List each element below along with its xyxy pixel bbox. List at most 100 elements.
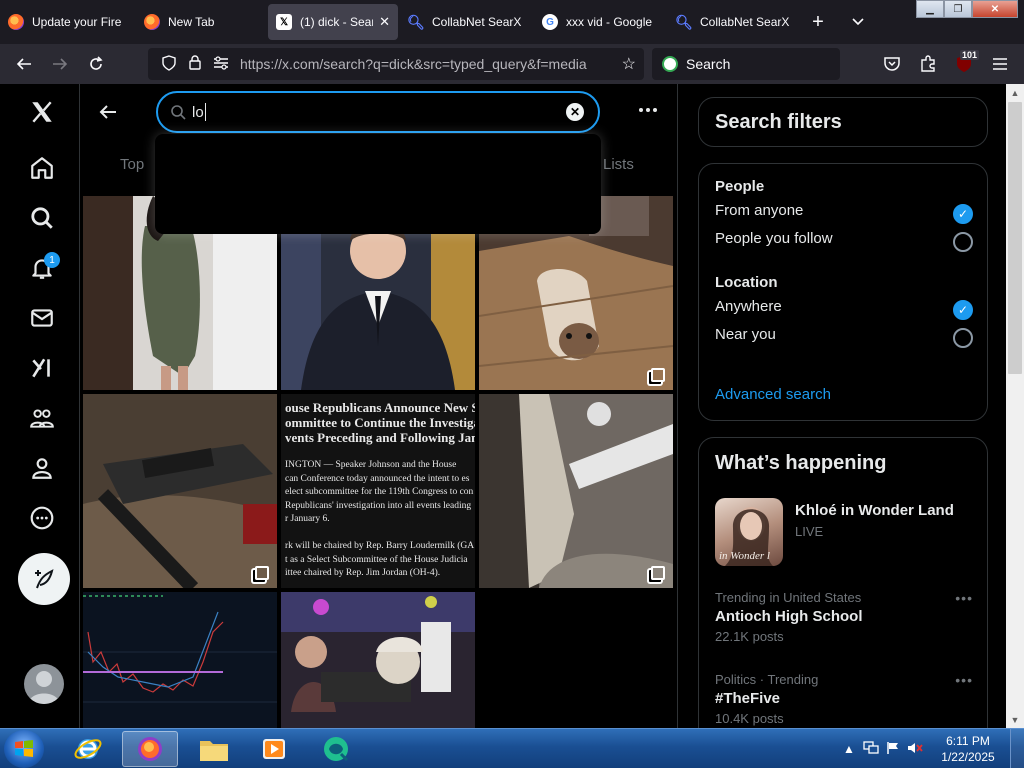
forward-button[interactable] [42, 48, 78, 80]
lock-icon[interactable] [182, 55, 208, 73]
taskbar-file-explorer[interactable] [186, 731, 242, 767]
close-tab-icon[interactable]: ✕ [379, 14, 390, 30]
taskbar-internet-explorer[interactable] [60, 731, 116, 767]
profile-icon[interactable] [20, 446, 64, 490]
x-logo-icon[interactable] [20, 90, 64, 134]
pocket-button[interactable] [874, 48, 910, 80]
network-icon[interactable] [860, 740, 882, 758]
search-filters-header: Search filters [698, 97, 988, 147]
taskbar-firefox[interactable] [122, 731, 178, 767]
trend-more-icon[interactable]: ••• [955, 590, 973, 606]
radio-checked-icon[interactable]: ✓ [953, 204, 973, 224]
toolbar-right: 101 [874, 48, 1018, 80]
shield-icon[interactable] [156, 54, 182, 74]
browser-tab[interactable]: 🔍︎ CollabNet SearX [668, 4, 800, 40]
messages-envelope-icon[interactable] [20, 296, 64, 340]
communities-icon[interactable] [20, 396, 64, 440]
multiple-media-icon [651, 566, 665, 580]
filter-option[interactable]: Near you [715, 326, 973, 350]
radio-checked-icon[interactable]: ✓ [953, 300, 973, 320]
taskbar-media-player[interactable] [246, 731, 302, 767]
radio-unchecked-icon[interactable] [953, 232, 973, 252]
tab-title: Update your Fire [32, 15, 122, 29]
green-app-icon [324, 737, 349, 762]
clear-search-button[interactable]: ✕ [566, 103, 584, 121]
ublock-button[interactable]: 101 [946, 48, 982, 80]
extensions-button[interactable] [910, 48, 946, 80]
browser-search-bar[interactable]: Search [652, 48, 840, 80]
back-button[interactable] [6, 48, 42, 80]
reload-button[interactable] [78, 48, 114, 80]
filter-option[interactable]: From anyone ✓ [715, 202, 973, 226]
tab-top[interactable]: Top [120, 156, 144, 173]
trend-meta: Politics · Trending [715, 672, 819, 687]
taskbar-app-green[interactable] [308, 731, 364, 767]
trend-more-icon[interactable]: ••• [955, 672, 973, 688]
filter-option[interactable]: People you follow [715, 230, 973, 254]
app-menu-button[interactable] [982, 48, 1018, 80]
firefox-icon [8, 14, 24, 30]
show-hidden-icons-icon[interactable]: ▲ [838, 742, 860, 756]
account-avatar[interactable] [24, 664, 64, 704]
start-button[interactable] [4, 730, 44, 768]
browser-tab[interactable]: Update your Fire [0, 4, 136, 40]
tab-list: Update your Fire New Tab 𝕏 (1) dick - Sear ✕… [0, 0, 800, 44]
media-tile[interactable] [83, 592, 277, 728]
explore-search-icon[interactable] [20, 196, 64, 240]
grok-icon[interactable] [20, 346, 64, 390]
address-bar[interactable]: https://x.com/search?q=dick&src=typed_qu… [148, 48, 644, 80]
minimize-window-button[interactable]: ▁ [916, 0, 944, 18]
action-center-flag-icon[interactable] [882, 741, 904, 758]
media-tile[interactable] [83, 394, 277, 588]
filter-option[interactable]: Anywhere ✓ [715, 298, 973, 322]
compose-post-button[interactable] [18, 553, 70, 605]
page-scrollbar[interactable]: ▲ ▼ [1006, 84, 1024, 728]
close-window-button[interactable]: ✕ [972, 0, 1018, 18]
news-headline-line: vents Preceding and Following Janu [285, 430, 475, 445]
live-event-thumbnail[interactable]: in Wonder l [715, 498, 783, 566]
browser-tab[interactable]: New Tab [136, 4, 266, 40]
show-desktop-button[interactable] [1010, 729, 1024, 768]
location-section-label: Location [715, 274, 778, 291]
new-tab-button[interactable]: + [800, 4, 836, 40]
advanced-search-link[interactable]: Advanced search [715, 386, 831, 403]
browser-tab[interactable]: 🔍︎ CollabNet SearX [400, 4, 534, 40]
scroll-thumb[interactable] [1008, 102, 1022, 374]
bookmark-star-icon[interactable]: ☆ [622, 54, 636, 74]
scroll-down-arrow-icon[interactable]: ▼ [1006, 711, 1024, 728]
volume-muted-icon[interactable] [904, 741, 926, 758]
chevron-down-icon [852, 18, 864, 26]
media-tile-news-document[interactable]: ouse Republicans Announce New Sel ommitte… [281, 394, 475, 588]
reload-icon [90, 56, 103, 70]
live-event-name[interactable]: Khloé in Wonder Land [795, 502, 954, 519]
list-all-tabs-button[interactable] [840, 4, 876, 40]
hamburger-icon [993, 58, 1007, 70]
browser-tab[interactable]: Gxxx vid - Google [534, 4, 668, 40]
system-tray: ▲ 6:11 PM 1/22/2025 [838, 729, 1024, 768]
more-circle-icon[interactable] [20, 496, 64, 540]
firefox-icon [138, 737, 162, 761]
media-tile[interactable] [479, 394, 673, 588]
news-body-line: INGTON — Speaker Johnson and the House [285, 460, 457, 470]
media-tile[interactable] [281, 592, 475, 728]
x-search-input[interactable]: lo ✕ [156, 91, 600, 133]
permissions-icon[interactable] [208, 55, 234, 73]
taskbar-clock[interactable]: 6:11 PM 1/22/2025 [926, 733, 1010, 765]
arrow-left-icon [16, 58, 31, 70]
radio-unchecked-icon[interactable] [953, 328, 973, 348]
browser-tab[interactable]: 𝕏 (1) dick - Sear ✕ [268, 4, 398, 40]
search-suggestions-dropdown [155, 134, 601, 234]
restore-window-button[interactable]: ❐ [944, 0, 972, 18]
home-icon[interactable] [20, 146, 64, 190]
tab-title: (1) dick - Sear [300, 15, 374, 29]
more-options-button[interactable] [636, 98, 660, 122]
tab-lists[interactable]: Lists [603, 156, 634, 173]
scroll-up-arrow-icon[interactable]: ▲ [1006, 84, 1024, 101]
notifications-bell-icon[interactable] [20, 246, 64, 290]
media-player-icon [263, 739, 285, 759]
news-body-line [285, 527, 471, 541]
trend-item[interactable]: Politics · Trending #TheFive 10.4K posts ••… [715, 672, 973, 726]
back-arrow-button[interactable] [92, 94, 124, 130]
trend-item[interactable]: Trending in United States Antioch High Sc… [715, 590, 973, 644]
search-filters-title: Search filters [715, 111, 842, 133]
